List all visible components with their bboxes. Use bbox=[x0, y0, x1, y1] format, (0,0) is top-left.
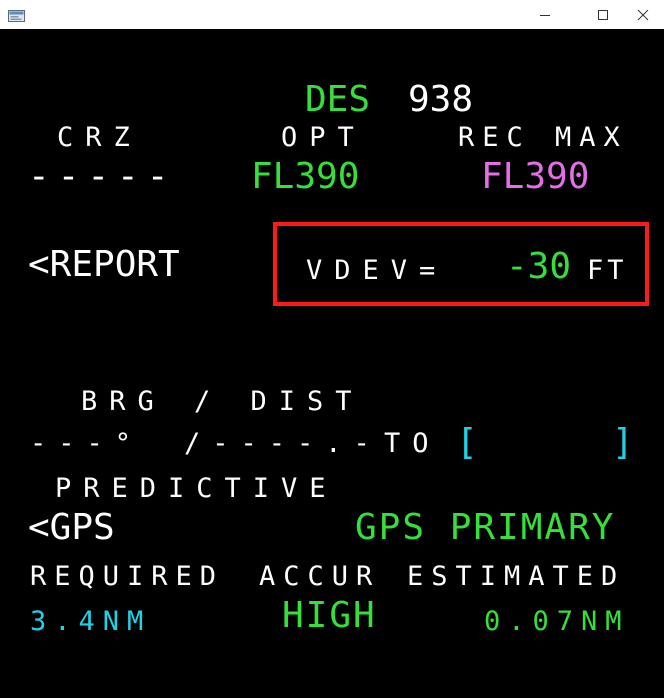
to-close-bracket[interactable]: ] bbox=[612, 425, 634, 461]
opt-value: FL390 bbox=[251, 156, 360, 197]
close-icon bbox=[637, 9, 649, 20]
title-bar bbox=[0, 0, 664, 29]
vdev-value: -30 bbox=[506, 246, 572, 287]
to-open-bracket[interactable]: [ bbox=[456, 425, 478, 461]
accur-label: ACCUR bbox=[259, 561, 381, 592]
gps-button[interactable]: <GPS bbox=[28, 510, 115, 546]
vdev-label: VDEV= bbox=[306, 255, 448, 286]
crz-value: ----- bbox=[28, 156, 177, 197]
required-label: REQUIRED bbox=[30, 561, 225, 592]
estimated-label: ESTIMATED bbox=[407, 561, 626, 592]
fmc-window: DES 938 CRZ OPT REC MAX ----- FL390 FL39… bbox=[0, 0, 664, 698]
crz-label: CRZ bbox=[57, 122, 142, 153]
to-label: TO bbox=[384, 428, 441, 459]
rec-max-label: REC MAX bbox=[458, 122, 628, 153]
page-title-value: 938 bbox=[408, 79, 474, 120]
maximize-icon bbox=[598, 9, 608, 20]
brg-dist-label: BRG / DIST bbox=[81, 386, 364, 417]
close-button[interactable] bbox=[620, 0, 664, 29]
required-value: 3.4NM bbox=[30, 606, 152, 637]
minimize-button[interactable] bbox=[522, 0, 568, 29]
app-window-icon bbox=[8, 7, 25, 22]
estimated-value: 0.07NM bbox=[484, 606, 630, 637]
dist-value: /----.- bbox=[184, 428, 382, 459]
accur-value: HIGH bbox=[282, 595, 377, 636]
brg-value: ---° bbox=[30, 428, 144, 459]
gps-status: GPS PRIMARY bbox=[355, 507, 616, 548]
minimize-icon bbox=[540, 14, 550, 16]
vdev-unit: FT bbox=[587, 255, 628, 286]
rec-max-value: FL390 bbox=[481, 156, 590, 197]
page-title-mode: DES bbox=[305, 79, 371, 120]
opt-label: OPT bbox=[281, 122, 366, 153]
report-button[interactable]: <REPORT bbox=[28, 247, 180, 283]
predictive-label: PREDICTIVE bbox=[55, 473, 338, 504]
fmc-display: DES 938 CRZ OPT REC MAX ----- FL390 FL39… bbox=[0, 29, 664, 698]
